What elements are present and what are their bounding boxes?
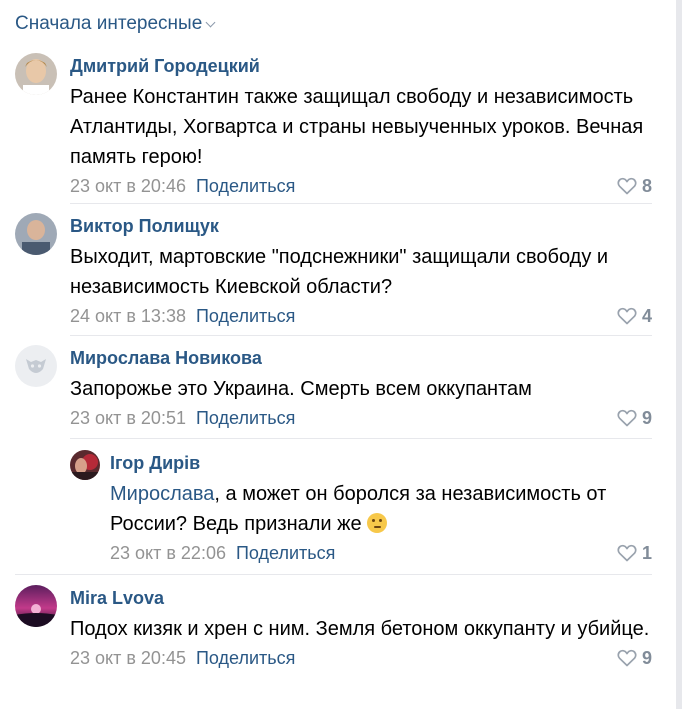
sort-dropdown[interactable]: Сначала интересные [15,13,216,35]
comment-body: Виктор Полищук Выходит, мартовские "подс… [70,213,652,327]
comment-date[interactable]: 23 окт в 20:45 [70,647,186,669]
share-link[interactable]: Поделиться [196,305,295,327]
reply-author[interactable]: Ігор Дирів [110,452,652,474]
reply-date[interactable]: 23 окт в 22:06 [110,542,226,564]
comment-author[interactable]: Мирослава Новикова [70,347,652,369]
reply-meta: 23 окт в 22:06 Поделиться 1 [110,542,652,564]
heart-icon [617,409,637,427]
comment-text: Ранее Константин также защищал свободу и… [70,86,644,168]
like-count: 4 [641,306,652,326]
comment-text: Запорожье это Украина. Смерть всем оккуп… [70,378,532,400]
like-count: 8 [641,176,652,196]
comment-text: Подох кизяк и хрен с ним. Земля бетоном … [70,618,650,640]
avatar[interactable] [15,53,57,95]
like-count: 9 [641,648,652,668]
like-button[interactable]: 8 [617,175,652,197]
like-button[interactable]: 9 [617,647,652,669]
heart-icon [617,177,637,195]
comment-body: Mira Lvova Подох кизяк и хрен с ним. Зем… [70,585,652,669]
like-count: 9 [641,408,652,428]
sort-label: Сначала интересные [15,13,203,34]
share-link[interactable]: Поделиться [196,407,295,429]
share-link[interactable]: Поделиться [236,542,335,564]
comment-author[interactable]: Виктор Полищук [70,215,652,237]
separator [70,203,652,204]
separator [70,438,652,439]
like-count: 1 [641,543,652,563]
thinking-face-icon [367,513,388,533]
comment-date[interactable]: 23 окт в 20:46 [70,175,186,197]
separator [15,574,652,575]
comment-date[interactable]: 23 окт в 20:51 [70,407,186,429]
comment-meta: 23 окт в 20:46 Поделиться 8 [70,175,652,197]
heart-icon [617,649,637,667]
avatar[interactable] [15,345,57,387]
avatar[interactable] [15,585,57,627]
share-link[interactable]: Поделиться [196,647,295,669]
comment-meta: 24 окт в 13:38 Поделиться 4 [70,305,652,327]
mention-link[interactable]: Мирослава [110,483,214,505]
comment-author[interactable]: Дмитрий Городецкий [70,55,652,77]
comment-meta: 23 окт в 20:45 Поделиться 9 [70,647,652,669]
panel-edge [676,0,682,709]
heart-icon [617,307,637,325]
comments-panel: Сначала интересные Дмитрий Городецкий Ра… [0,0,682,709]
comment-body: Мирослава Новикова Запорожье это Украина… [70,345,652,429]
share-link[interactable]: Поделиться [196,175,295,197]
comment-author[interactable]: Mira Lvova [70,587,652,609]
separator [70,335,652,336]
comment-date[interactable]: 24 окт в 13:38 [70,305,186,327]
avatar[interactable] [70,450,100,480]
reply-body: Ігор Дирів Мирослава, а может он боролся… [110,450,652,564]
reply-text: Мирослава, а может он боролся за независ… [110,479,652,539]
comment-text: Выходит, мартовские "подснежники" защища… [70,246,609,298]
like-button[interactable]: 9 [617,407,652,429]
chevron-down-icon [205,17,216,27]
comment-meta: 23 окт в 20:51 Поделиться 9 [70,407,652,429]
avatar[interactable] [15,213,57,255]
like-button[interactable]: 1 [617,542,652,564]
heart-icon [617,544,637,562]
like-button[interactable]: 4 [617,305,652,327]
comment-body: Дмитрий Городецкий Ранее Константин такж… [70,53,652,197]
